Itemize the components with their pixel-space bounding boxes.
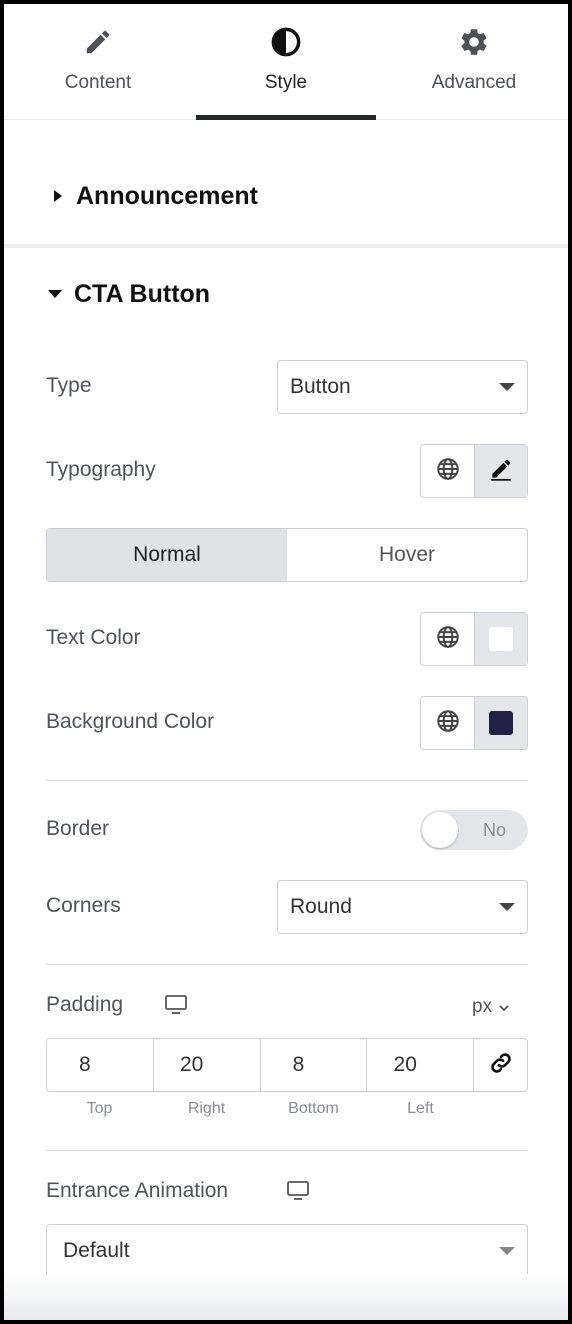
toggle-text: No xyxy=(482,820,506,840)
section-divider xyxy=(4,244,568,248)
typography-edit-button[interactable] xyxy=(474,445,527,497)
border-label: Border xyxy=(46,817,110,840)
state-switcher: Normal Hover xyxy=(46,528,528,582)
section-title: Announcement xyxy=(76,181,258,210)
caret-right-icon xyxy=(54,190,62,202)
caret-down-icon xyxy=(48,290,62,298)
contrast-icon xyxy=(270,26,302,58)
padding-right-input[interactable]: 20 xyxy=(154,1039,261,1091)
desktop-icon[interactable] xyxy=(164,994,188,1021)
chevron-down-icon xyxy=(499,903,515,911)
text-color-label: Text Color xyxy=(46,626,141,649)
background-color-controls xyxy=(420,696,528,750)
padding-bottom-input[interactable]: 8 xyxy=(261,1039,368,1091)
padding-left-label: Left xyxy=(407,1100,434,1117)
padding-left-input[interactable]: 20 xyxy=(367,1039,475,1091)
unit-value: px xyxy=(472,996,493,1017)
globe-icon xyxy=(435,624,461,655)
entrance-animation-select[interactable]: Default xyxy=(46,1224,528,1278)
background-color-global-button[interactable] xyxy=(421,697,474,749)
desktop-icon[interactable] xyxy=(286,1180,310,1207)
state-tab-hover[interactable]: Hover xyxy=(287,529,527,581)
section-announcement-header[interactable]: Announcement xyxy=(4,176,568,216)
section-cta-button-header[interactable]: CTA Button xyxy=(4,274,568,314)
text-color-controls xyxy=(420,612,528,666)
tab-content[interactable]: Content xyxy=(4,4,192,119)
scroll-fade xyxy=(4,1274,568,1320)
text-color-global-button[interactable] xyxy=(421,613,474,665)
padding-top-input[interactable]: 8 xyxy=(47,1039,154,1091)
typography-global-button[interactable] xyxy=(421,445,474,497)
chevron-down-icon xyxy=(499,383,515,391)
padding-top-label: Top xyxy=(86,1100,113,1117)
color-swatch xyxy=(489,627,513,651)
divider xyxy=(46,964,528,965)
corners-select-value: Round xyxy=(290,895,352,918)
type-select[interactable]: Button xyxy=(277,360,528,414)
tab-label: Advanced xyxy=(431,72,517,93)
gear-icon xyxy=(458,26,490,58)
globe-icon xyxy=(435,456,461,487)
panel-tabs: Content Style Advanced xyxy=(4,4,568,120)
chevron-down-icon xyxy=(499,1247,515,1255)
padding-bottom-label: Bottom xyxy=(288,1100,339,1117)
padding-inputs: 8 20 8 20 xyxy=(46,1038,528,1092)
padding-input-labels: Top Right Bottom Left xyxy=(46,1100,474,1118)
type-select-value: Button xyxy=(290,375,351,398)
state-tab-normal[interactable]: Normal xyxy=(47,529,287,581)
style-panel: Content Style Advanced Announcement CTA … xyxy=(4,4,568,1320)
section-title: CTA Button xyxy=(74,279,211,308)
link-icon xyxy=(488,1050,514,1081)
divider xyxy=(46,780,528,781)
link-values-button[interactable] xyxy=(474,1039,527,1091)
type-label: Type xyxy=(46,374,92,397)
chevron-down-icon xyxy=(498,996,510,1018)
entrance-animation-value: Default xyxy=(63,1239,130,1262)
text-color-picker[interactable] xyxy=(474,613,527,665)
tab-advanced[interactable]: Advanced xyxy=(380,4,568,119)
corners-select[interactable]: Round xyxy=(277,880,528,934)
border-toggle[interactable]: No xyxy=(420,810,528,850)
typography-controls xyxy=(420,444,528,498)
divider xyxy=(46,1150,528,1151)
pencil-icon xyxy=(83,26,113,58)
padding-label: Padding xyxy=(46,993,124,1016)
tab-style[interactable]: Style xyxy=(192,4,380,120)
toggle-knob xyxy=(422,812,458,848)
tab-label: Content xyxy=(64,72,132,93)
typography-label: Typography xyxy=(46,458,156,481)
background-color-label: Background Color xyxy=(46,710,215,733)
corners-label: Corners xyxy=(46,894,121,917)
background-color-picker[interactable] xyxy=(474,697,527,749)
color-swatch xyxy=(489,711,513,735)
pencil-icon xyxy=(488,456,514,487)
padding-right-label: Right xyxy=(187,1100,226,1117)
tab-label: Style xyxy=(264,72,308,93)
globe-icon xyxy=(435,708,461,739)
entrance-animation-label: Entrance Animation xyxy=(46,1179,229,1202)
padding-unit-select[interactable]: px xyxy=(472,996,510,1018)
